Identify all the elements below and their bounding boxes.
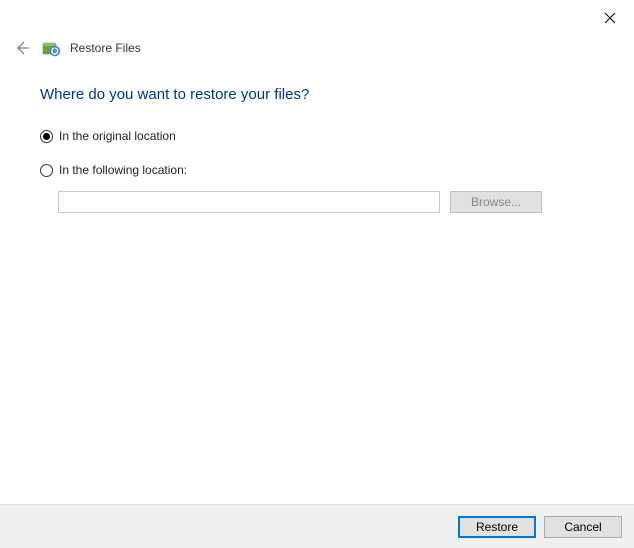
- radio-icon: [40, 130, 53, 143]
- radio-following-location[interactable]: In the following location:: [40, 163, 594, 177]
- close-icon: [604, 12, 616, 24]
- content-area: Where do you want to restore your files?…: [40, 86, 594, 213]
- path-row: Browse...: [58, 191, 594, 213]
- radio-label-following: In the following location:: [59, 163, 187, 177]
- header: Restore Files: [12, 38, 141, 58]
- window-title: Restore Files: [70, 41, 141, 55]
- restore-files-icon: [42, 39, 60, 57]
- back-arrow-icon: [14, 40, 30, 56]
- browse-button[interactable]: Browse...: [450, 191, 542, 213]
- cancel-button[interactable]: Cancel: [544, 516, 622, 538]
- page-heading: Where do you want to restore your files?: [40, 86, 594, 103]
- restore-button[interactable]: Restore: [458, 516, 536, 538]
- close-button[interactable]: [600, 8, 620, 28]
- radio-original-location[interactable]: In the original location: [40, 129, 594, 143]
- radio-icon: [40, 164, 53, 177]
- path-input[interactable]: [58, 191, 440, 213]
- back-button[interactable]: [12, 38, 32, 58]
- footer: Restore Cancel: [0, 504, 634, 548]
- radio-label-original: In the original location: [59, 129, 176, 143]
